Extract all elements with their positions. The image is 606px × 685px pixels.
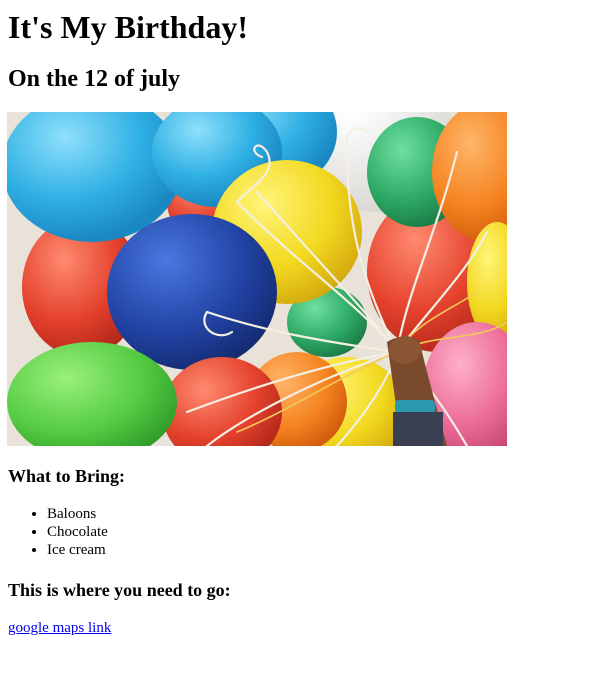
event-date: On the 12 of july (8, 66, 181, 92)
page-title: It's My Birthday! (8, 9, 248, 45)
location-heading: This is where you need to go: (8, 580, 231, 600)
bring-list: Baloons Chocolate Ice cream (8, 505, 108, 559)
bring-heading: What to Bring: (8, 466, 125, 486)
balloons-image (7, 112, 507, 446)
list-item: Chocolate (47, 523, 108, 541)
list-item: Baloons (47, 505, 108, 523)
google-maps-link[interactable]: google maps link (8, 619, 111, 637)
list-item: Ice cream (47, 541, 108, 559)
